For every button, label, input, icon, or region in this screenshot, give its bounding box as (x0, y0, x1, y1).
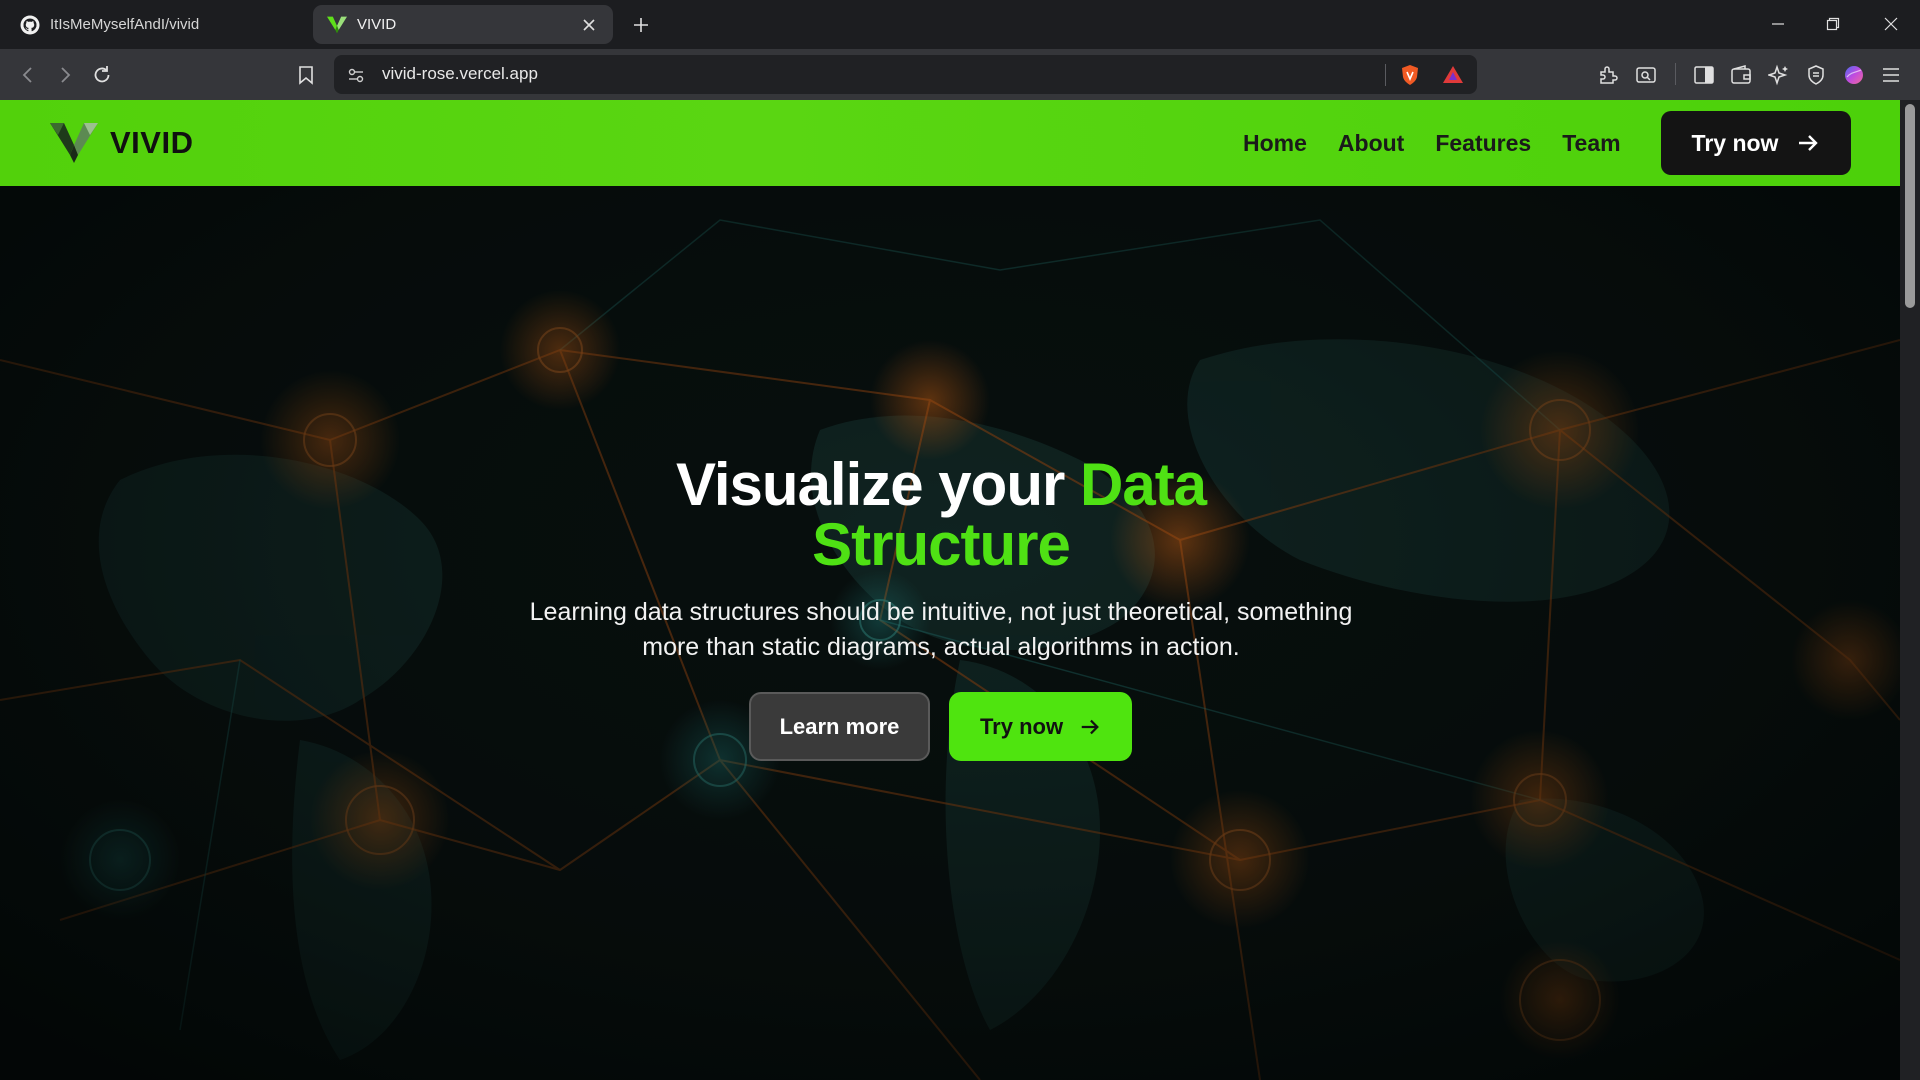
hero-subtitle: Learning data structures should be intui… (529, 598, 1353, 661)
scrollbar-thumb[interactable] (1905, 104, 1915, 308)
restore-icon[interactable] (1816, 10, 1850, 38)
extensions-icon[interactable] (1594, 61, 1622, 89)
vpn-shield-icon[interactable] (1802, 61, 1830, 89)
close-tab-icon[interactable] (579, 15, 599, 35)
hero-title: Visualize your Data Structure (0, 455, 1882, 575)
tab-title: VIVID (357, 16, 397, 33)
learn-more-button[interactable]: Learn more (749, 692, 930, 761)
vivid-logo-icon (327, 15, 347, 35)
hero-title-plain: Visualize your (675, 451, 1080, 518)
brave-shields-icon[interactable] (1398, 63, 1422, 87)
reload-icon[interactable] (88, 61, 116, 89)
bookmark-icon[interactable] (292, 61, 320, 89)
url-text[interactable]: vivid-rose.vercel.app (382, 64, 538, 84)
url-divider (1385, 64, 1386, 86)
page-scrollbar[interactable] (1900, 100, 1920, 1080)
address-bar[interactable]: vivid-rose.vercel.app (334, 55, 1477, 94)
wallet-icon[interactable] (1727, 61, 1755, 89)
hero-try-now-button[interactable]: Try now (949, 692, 1132, 761)
arrow-right-icon (1081, 719, 1099, 734)
forward-icon[interactable] (51, 61, 79, 89)
site-settings-icon[interactable] (346, 65, 366, 85)
screenshot-search-icon[interactable] (1632, 61, 1660, 89)
close-window-icon[interactable] (1874, 10, 1908, 38)
back-icon[interactable] (14, 61, 42, 89)
github-icon (20, 15, 40, 35)
tab-title: ItIsMeMyselfAndI/vivid (50, 16, 200, 33)
hero-try-now-label: Try now (979, 713, 1064, 739)
brave-rewards-icon[interactable] (1441, 63, 1465, 87)
sidebar-icon[interactable] (1690, 61, 1718, 89)
menu-icon[interactable] (1877, 61, 1905, 89)
hero-title-accent-structure: Structure (812, 511, 1071, 578)
tab-github[interactable]: ItIsMeMyselfAndI/vivid (6, 5, 306, 44)
learn-more-label: Learn more (779, 713, 900, 739)
hero-title-accent-data: Data (1080, 451, 1207, 518)
toolbar-separator (1675, 63, 1676, 85)
minimize-icon[interactable] (1761, 10, 1795, 38)
tab-vivid[interactable]: VIVID (313, 5, 613, 44)
hero-section: Visualize your Data Structure Learning d… (0, 100, 1900, 1080)
new-tab-icon[interactable] (628, 12, 654, 38)
browser-toolbar: vivid-rose.vercel.app (0, 49, 1920, 100)
leo-ai-icon[interactable] (1765, 61, 1793, 89)
web-page: VIVID Home About Features Team Try now V… (0, 100, 1900, 1080)
profile-avatar-icon[interactable] (1840, 61, 1868, 89)
browser-tab-strip: ItIsMeMyselfAndI/vivid VIVID (0, 0, 1920, 49)
